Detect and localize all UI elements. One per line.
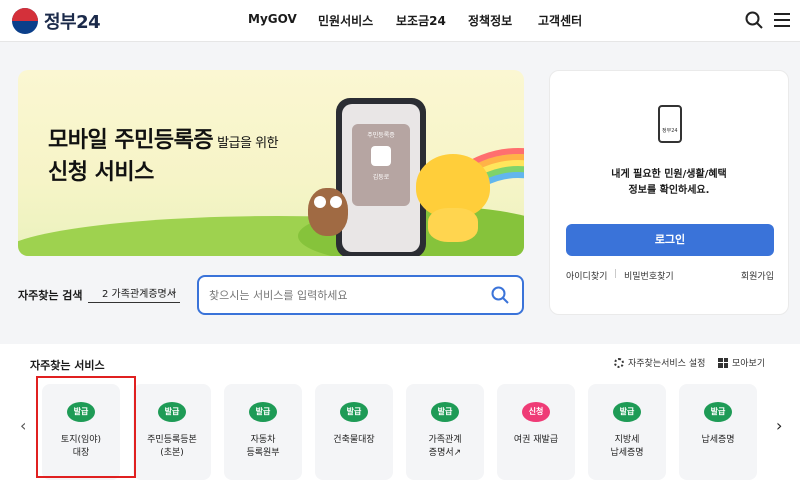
nav-item-mygov[interactable]: MyGOV [248,12,318,29]
hamburger-menu-icon[interactable] [774,13,790,27]
chevron-down-icon: ⌄ [169,286,178,297]
carousel-prev-icon[interactable]: ‹ [20,416,26,435]
carousel-next-icon[interactable]: › [776,416,782,435]
service-search-input[interactable] [209,285,479,305]
nav-item-customer-center[interactable]: 고객센터 [538,12,608,29]
id-card-illustration: 주민등록증 김둥로 [352,124,410,206]
login-button[interactable]: 로그인 [566,224,774,256]
service-card[interactable]: 발급건축물대장 [315,384,393,480]
service-label: 가족관계 증명서↗ [428,435,462,458]
nav-item-civil-service[interactable]: 민원서비스 [318,12,396,29]
top-header: 정부24 MyGOV 민원서비스 보조금24 정책정보 고객센터 [0,0,800,42]
service-card[interactable]: 발급자동차 등록원부 [224,384,302,480]
login-card: 정부24 내게 필요한 민원/생활/혜택 정보를 확인하세요. 로그인 아이디찾… [549,70,789,315]
section-title: 자주찾는 서비스 [30,359,105,372]
main-nav: MyGOV 민원서비스 보조금24 정책정보 고객센터 [248,12,608,29]
avatar-icon [371,146,391,166]
find-id-link[interactable]: 아이디찾기 [566,269,614,282]
search-icon[interactable] [490,285,510,305]
service-badge: 신청 [522,402,550,422]
service-card[interactable]: 발급주민등록등본 (초본) [133,384,211,480]
service-badge: 발급 [249,402,277,422]
grid-icon [718,357,728,368]
service-label: 납세증명 [701,435,735,445]
find-password-link[interactable]: 비밀번호찾기 [624,269,741,282]
service-badge: 발급 [158,402,186,422]
taegeuk-logo-icon [12,8,38,34]
nav-item-policy[interactable]: 정책정보 [468,12,538,29]
search-icon[interactable] [744,10,764,30]
frequent-search-label: 자주찾는 검색 [18,289,83,302]
login-links: 아이디찾기 | 비밀번호찾기 회원가입 [566,269,774,282]
nav-item-subsidy[interactable]: 보조금24 [396,12,468,29]
view-all-link[interactable]: 모아보기 [718,356,765,369]
service-cards: 발급 토지(임야) 대장 발급 주민등록등본 (초본) 발급 자동차 등록원부 발급 건축물대… [42,384,757,480]
mobile-id-banner[interactable]: 모바일 주민등록증 발급을 위한 신청 서비스 주민등록증 김둥로 [18,70,524,256]
owl-character-illustration [308,188,348,236]
service-search-box [197,275,524,315]
service-card[interactable]: 발급지방세 납세증명 [588,384,666,480]
service-label: 자동차 등록원부 [246,435,280,458]
service-badge: 발급 [431,402,459,422]
frequent-search-select[interactable]: 2 가족관계증명서 ⌄ [88,283,180,303]
gov24-logo[interactable]: 정부24 [12,8,101,34]
service-card[interactable]: 발급가족관계 증명서↗ [406,384,484,480]
login-message: 내게 필요한 민원/생활/혜택 정보를 확인하세요. [611,169,727,196]
service-badge: 발급 [340,402,368,422]
phone-illustration: 주민등록증 김둥로 [336,98,426,256]
link-separator: | [614,269,618,279]
signup-link[interactable]: 회원가입 [741,269,774,282]
services-settings-link[interactable]: 자주찾는서비스 설정 [614,356,705,369]
service-card[interactable]: 신청여권 재발급 [497,384,575,480]
service-label: 여권 재발급 [513,435,559,445]
service-card[interactable]: 발급납세증명 [679,384,757,480]
cat-body-illustration [428,208,478,242]
logo-text: 정부24 [44,12,101,33]
gear-icon [614,357,624,368]
mobile-phone-icon: 정부24 [658,105,682,143]
service-label: 지방세 납세증명 [610,435,644,458]
service-label: 주민등록등본 (초본) [147,435,197,458]
banner-subtitle: 신청 서비스 [48,160,154,185]
service-badge: 발급 [704,402,732,422]
highlight-box [36,376,136,478]
service-badge: 발급 [613,402,641,422]
service-label: 건축물대장 [333,435,375,445]
banner-title: 모바일 주민등록증 발급을 위한 [48,128,279,153]
